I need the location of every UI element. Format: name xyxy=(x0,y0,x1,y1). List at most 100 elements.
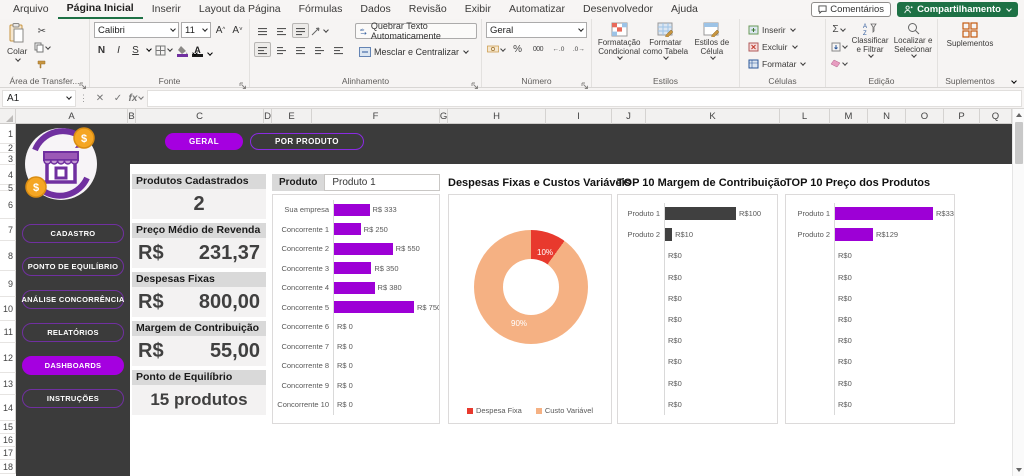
name-box[interactable]: A1 xyxy=(2,90,76,107)
column-header-O[interactable]: O xyxy=(906,109,944,124)
menu-tab-exibir[interactable]: Exibir xyxy=(456,0,500,19)
sidebar-button-análise-concorrência[interactable]: ANÁLISE CONCORRÊNCIA xyxy=(22,290,124,309)
column-header-C[interactable]: C xyxy=(136,109,264,124)
find-select-button[interactable]: Localizar e Selecionar xyxy=(893,22,933,57)
align-left-button[interactable] xyxy=(254,42,271,57)
column-header-Q[interactable]: Q xyxy=(980,109,1012,124)
row-header-8[interactable]: 8 xyxy=(0,241,16,271)
row-header-14[interactable]: 14 xyxy=(0,395,16,421)
decrease-indent-button[interactable] xyxy=(311,42,328,57)
formula-input[interactable] xyxy=(147,90,1022,107)
orientation-button[interactable] xyxy=(311,23,328,38)
comma-style-button[interactable]: 000 xyxy=(530,42,546,57)
scroll-thumb[interactable] xyxy=(1015,122,1023,164)
autosum-button[interactable]: Σ xyxy=(830,22,847,37)
wrap-text-button[interactable]: ab Quebrar Texto Automaticamente xyxy=(355,23,477,39)
percent-button[interactable]: % xyxy=(509,42,525,57)
row-header-11[interactable]: 11 xyxy=(0,321,16,343)
addins-button[interactable]: Suplementos xyxy=(942,22,998,48)
align-middle-button[interactable] xyxy=(273,23,290,38)
italic-button[interactable]: I xyxy=(111,42,126,58)
column-header-J[interactable]: J xyxy=(612,109,646,124)
column-header-K[interactable]: K xyxy=(646,109,780,124)
increase-indent-button[interactable] xyxy=(330,42,347,57)
column-header-D[interactable]: D xyxy=(264,109,272,124)
column-header-F[interactable]: F xyxy=(312,109,440,124)
column-header-M[interactable]: M xyxy=(830,109,868,124)
bold-button[interactable]: N xyxy=(94,42,109,58)
row-header-12[interactable]: 12 xyxy=(0,343,16,373)
increase-decimal-button[interactable]: ←.0 xyxy=(550,42,566,57)
decrease-decimal-button[interactable]: .0→ xyxy=(571,42,587,57)
fill-color-button[interactable] xyxy=(176,46,189,55)
cut-button[interactable]: ✂ xyxy=(33,24,50,39)
share-button[interactable]: Compartilhamento xyxy=(897,2,1018,17)
cancel-entry-button[interactable]: ✕ xyxy=(91,90,109,107)
column-header-A[interactable]: A xyxy=(16,109,128,124)
column-header-H[interactable]: H xyxy=(448,109,546,124)
menu-tab-automatizar[interactable]: Automatizar xyxy=(500,0,574,19)
accounting-format-button[interactable] xyxy=(486,42,505,57)
align-top-button[interactable] xyxy=(254,23,271,38)
comments-button[interactable]: Comentários xyxy=(811,2,891,17)
column-header-E[interactable]: E xyxy=(272,109,312,124)
product-selector-value[interactable]: Produto 1 xyxy=(324,174,440,191)
confirm-entry-button[interactable]: ✓ xyxy=(109,90,127,107)
menu-tab-desenvolvedor[interactable]: Desenvolvedor xyxy=(574,0,662,19)
sidebar-button-ponto-de-equilíbrio[interactable]: PONTO DE EQUILÍBRIO xyxy=(22,257,124,276)
row-header-13[interactable]: 13 xyxy=(0,373,16,395)
conditional-formatting-button[interactable]: Formatação Condicional xyxy=(596,22,642,59)
font-dialog-launcher[interactable] xyxy=(239,77,247,85)
select-all-corner[interactable] xyxy=(0,109,16,124)
borders-button[interactable] xyxy=(153,42,174,58)
sidebar-button-dashboards[interactable]: DASHBOARDS xyxy=(22,356,124,375)
column-header-P[interactable]: P xyxy=(944,109,980,124)
vertical-scrollbar[interactable] xyxy=(1012,109,1024,476)
insert-function-button[interactable]: fx xyxy=(127,90,145,107)
view-tab-geral[interactable]: GERAL xyxy=(165,133,243,150)
row-header-16[interactable]: 16 xyxy=(0,434,16,447)
column-header-L[interactable]: L xyxy=(780,109,830,124)
number-dialog-launcher[interactable] xyxy=(581,77,589,85)
column-header-I[interactable]: I xyxy=(546,109,612,124)
collapse-ribbon-button[interactable] xyxy=(1011,78,1017,84)
row-header-3[interactable]: 3 xyxy=(0,153,16,165)
sidebar-button-relatórios[interactable]: RELATÓRIOS xyxy=(22,323,124,342)
menu-tab-página-inicial[interactable]: Página Inicial xyxy=(58,0,143,19)
cell-styles-button[interactable]: Estilos de Célula xyxy=(689,22,735,59)
column-header-B[interactable]: B xyxy=(128,109,136,124)
column-header-N[interactable]: N xyxy=(868,109,906,124)
underline-button[interactable]: S xyxy=(128,42,143,58)
font-name-combo[interactable]: Calibri xyxy=(94,22,179,38)
sort-filter-button[interactable]: AZ Classificar e Filtrar xyxy=(851,22,889,57)
row-header-6[interactable]: 6 xyxy=(0,191,16,219)
decrease-font-button[interactable]: A˅ xyxy=(230,22,245,38)
align-bottom-button[interactable] xyxy=(292,23,309,38)
clear-button[interactable] xyxy=(830,56,847,71)
row-header-7[interactable]: 7 xyxy=(0,219,16,241)
format-as-table-button[interactable]: Formatar como Tabela xyxy=(642,22,688,59)
align-right-button[interactable] xyxy=(292,42,309,57)
paste-button[interactable]: Colar xyxy=(4,22,30,62)
increase-font-button[interactable]: A^ xyxy=(213,22,228,38)
merge-center-button[interactable]: Mesclar e Centralizar xyxy=(355,44,477,60)
menu-tab-dados[interactable]: Dados xyxy=(351,0,399,19)
row-header-15[interactable]: 15 xyxy=(0,421,16,434)
align-center-button[interactable] xyxy=(273,42,290,57)
clipboard-dialog-launcher[interactable] xyxy=(79,77,87,85)
number-format-combo[interactable]: Geral xyxy=(486,22,587,38)
view-tab-por-produto[interactable]: POR PRODUTO xyxy=(250,133,364,150)
row-header-10[interactable]: 10 xyxy=(0,297,16,321)
sidebar-button-instruções[interactable]: INSTRUÇÕES xyxy=(22,389,124,408)
column-header-G[interactable]: G xyxy=(440,109,448,124)
menu-tab-layout-da-página[interactable]: Layout da Página xyxy=(190,0,290,19)
row-header-17[interactable]: 17 xyxy=(0,447,16,460)
scroll-down-button[interactable] xyxy=(1016,468,1022,472)
row-header-2[interactable]: 2 xyxy=(0,144,16,153)
font-size-combo[interactable]: 11 xyxy=(181,22,211,38)
alignment-dialog-launcher[interactable] xyxy=(471,77,479,85)
insert-cells-button[interactable]: Inserir xyxy=(748,22,795,37)
row-header-9[interactable]: 9 xyxy=(0,271,16,297)
copy-button[interactable] xyxy=(33,40,50,55)
menu-tab-arquivo[interactable]: Arquivo xyxy=(4,0,58,19)
